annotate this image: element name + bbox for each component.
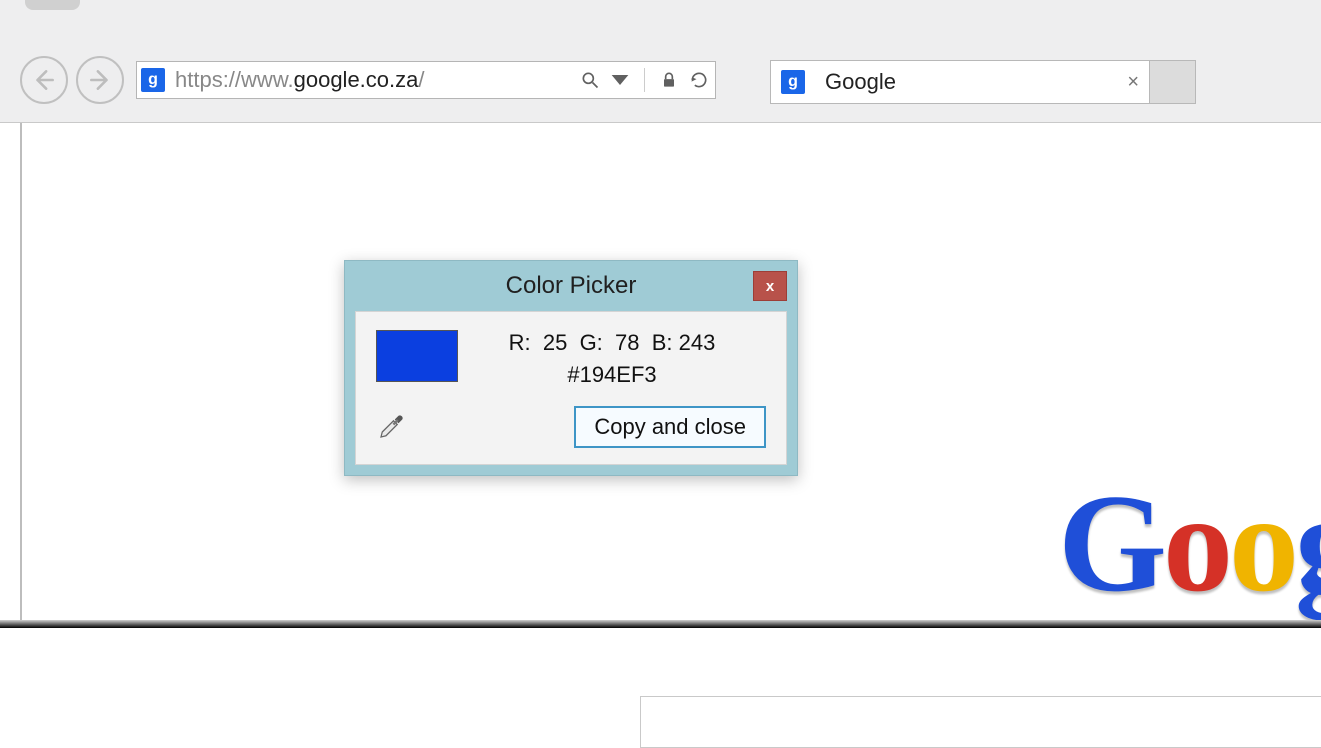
browser-toolbar: g https://www.google.co.za/ g Google × — [0, 0, 1321, 123]
action-row: Copy and close — [376, 406, 766, 448]
favicon-letter: g — [148, 71, 158, 89]
lock-icon — [659, 70, 679, 90]
address-bar[interactable]: g https://www.google.co.za/ — [136, 61, 716, 99]
color-info-row: R: 25 G: 78 B: 243 #194EF3 — [376, 330, 766, 388]
address-divider — [644, 68, 645, 92]
tab-favicon-letter: g — [788, 73, 798, 91]
logo-letter-4: g — [1295, 466, 1321, 621]
bottom-shadow — [0, 620, 1321, 628]
hex-value: #194EF3 — [458, 362, 766, 388]
logo-letter-1: G — [1058, 466, 1163, 621]
copy-and-close-button[interactable]: Copy and close — [574, 406, 766, 448]
r-label: R: — [509, 330, 531, 355]
dialog-close-button[interactable]: x — [753, 271, 787, 301]
tab-favicon: g — [781, 70, 805, 94]
address-bar-icons — [580, 68, 709, 92]
logo-letter-2: o — [1163, 466, 1229, 621]
b-value: 243 — [679, 330, 716, 355]
eyedropper-icon[interactable] — [376, 412, 406, 442]
forward-button[interactable] — [76, 56, 124, 104]
tab-close-button[interactable]: × — [1127, 71, 1139, 94]
color-picker-dialog: Color Picker x R: 25 G: 78 B: 243 #194EF… — [344, 260, 798, 476]
arrow-left-icon — [31, 67, 57, 93]
window-drag-handle — [25, 0, 80, 10]
b-label: B: — [652, 330, 673, 355]
tab-strip: g Google × — [770, 60, 1196, 108]
g-label: G: — [580, 330, 603, 355]
dialog-body: R: 25 G: 78 B: 243 #194EF3 Copy and clos… — [355, 311, 787, 465]
g-value: 78 — [615, 330, 639, 355]
color-swatch — [376, 330, 458, 382]
arrow-right-icon — [87, 67, 113, 93]
address-favicon: g — [141, 68, 165, 92]
new-tab-button[interactable] — [1150, 60, 1196, 104]
url-prefix: www. — [241, 67, 294, 92]
close-icon: x — [766, 278, 774, 295]
tab-title: Google — [825, 69, 1117, 95]
dropdown-icon[interactable] — [610, 70, 630, 90]
address-url: https://www.google.co.za/ — [175, 67, 580, 93]
search-box[interactable] — [640, 696, 1321, 748]
url-protocol: https:// — [175, 67, 241, 92]
url-host: google.co.za — [294, 67, 419, 92]
back-button[interactable] — [20, 56, 68, 104]
browser-tab[interactable]: g Google × — [770, 60, 1150, 104]
dialog-titlebar[interactable]: Color Picker x — [345, 261, 797, 311]
r-value: 25 — [543, 330, 567, 355]
logo-letter-3: o — [1229, 466, 1295, 621]
url-suffix: / — [418, 67, 424, 92]
rgb-line: R: 25 G: 78 B: 243 — [458, 330, 766, 356]
refresh-icon[interactable] — [689, 70, 709, 90]
google-logo: Goog — [1058, 463, 1321, 624]
navigation-row: g https://www.google.co.za/ — [20, 56, 716, 104]
dialog-title: Color Picker — [506, 272, 637, 300]
color-values: R: 25 G: 78 B: 243 #194EF3 — [458, 330, 766, 388]
search-icon[interactable] — [580, 70, 600, 90]
